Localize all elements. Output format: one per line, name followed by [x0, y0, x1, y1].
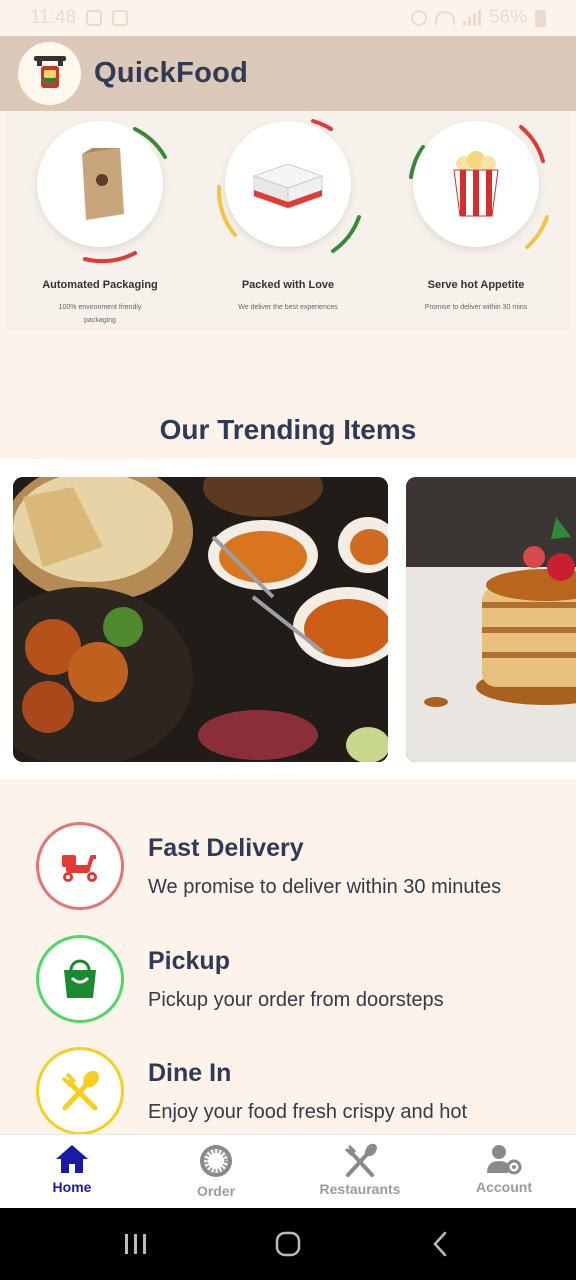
- service-desc: Enjoy your food fresh crispy and hot: [148, 1101, 468, 1123]
- back-button[interactable]: [410, 1214, 470, 1274]
- cutlery-icon: [36, 1047, 124, 1135]
- nav-label: Order: [196, 1183, 236, 1199]
- trending-carousel[interactable]: [0, 459, 576, 779]
- app-bar: QuickFood: [0, 36, 576, 111]
- app-notification-icon: [112, 10, 129, 26]
- food-box-icon: [225, 121, 351, 247]
- home-circle-icon: [275, 1231, 301, 1257]
- bottom-nav: Home Order Restaurants Account: [0, 1134, 576, 1208]
- food-image: [13, 477, 388, 762]
- nav-restaurants[interactable]: Restaurants: [288, 1135, 432, 1208]
- shopping-bag-icon: [36, 935, 124, 1023]
- nav-home[interactable]: Home: [0, 1135, 144, 1208]
- mute-icon: [410, 10, 427, 26]
- service-desc: We promise to deliver within 30 minutes: [148, 876, 502, 898]
- home-button[interactable]: [258, 1214, 318, 1274]
- gallery-notification-icon: [86, 10, 103, 26]
- feature-desc: We deliver the best experiences: [238, 304, 338, 311]
- services-section: Fast Delivery We promise to deliver with…: [0, 780, 576, 1135]
- battery-percent: 56%: [488, 7, 527, 28]
- service-title: Pickup: [148, 947, 230, 975]
- paper-bag-icon: [37, 121, 163, 247]
- status-bar: 11:48 56%: [0, 0, 576, 36]
- feature-packed-with-love: Packed with Love We deliver the best exp…: [194, 111, 382, 329]
- nav-label: Home: [52, 1179, 92, 1195]
- recent-apps-button[interactable]: [106, 1214, 166, 1274]
- account-settings-icon: [487, 1145, 522, 1175]
- wifi-icon: [434, 11, 455, 25]
- nav-account[interactable]: Account: [432, 1135, 576, 1208]
- feature-desc: Promise to deliver within 30 mins: [424, 304, 528, 311]
- home-icon: [56, 1145, 88, 1173]
- trending-item-indian-platter[interactable]: [13, 477, 388, 762]
- service-fast-delivery[interactable]: Fast Delivery We promise to deliver with…: [36, 822, 556, 912]
- feature-serve-hot-appetite: Serve hot Appetite Promise to deliver wi…: [382, 111, 570, 329]
- back-icon: [433, 1231, 447, 1257]
- service-title: Dine In: [148, 1059, 232, 1087]
- feature-automated-packaging: Automated Packaging 100% environment fri…: [6, 111, 194, 329]
- feature-title: Packed with Love: [241, 279, 335, 291]
- system-nav-bar: [0, 1208, 576, 1280]
- restaurant-icon: [344, 1143, 377, 1177]
- service-title: Fast Delivery: [148, 834, 304, 862]
- feature-title: Automated Packaging: [42, 279, 158, 291]
- status-time: 11:48: [30, 7, 77, 28]
- scooter-icon: [36, 822, 124, 910]
- food-image: [406, 477, 576, 762]
- service-desc: Pickup your order from doorsteps: [148, 989, 444, 1011]
- popcorn-icon: [413, 121, 539, 247]
- nav-order[interactable]: Order: [144, 1135, 288, 1208]
- battery-icon: [535, 9, 546, 27]
- order-icon: [200, 1145, 232, 1177]
- feature-desc: 100% environment friendly packaging: [58, 304, 142, 324]
- nav-label: Account: [476, 1179, 532, 1195]
- service-dine-in[interactable]: Dine In Enjoy your food fresh crispy and…: [36, 1047, 556, 1137]
- app-title: QuickFood: [94, 57, 249, 89]
- features-banner: Automated Packaging 100% environment fri…: [6, 111, 570, 329]
- nav-label: Restaurants: [319, 1181, 401, 1197]
- signal-icon: [462, 10, 481, 26]
- service-pickup[interactable]: Pickup Pickup your order from doorsteps: [36, 935, 556, 1025]
- feature-title: Serve hot Appetite: [427, 279, 525, 291]
- app-logo[interactable]: [18, 42, 81, 105]
- trending-item-pancakes[interactable]: [406, 477, 576, 762]
- recent-apps-icon: [125, 1234, 146, 1254]
- trending-title: Our Trending Items: [159, 414, 417, 445]
